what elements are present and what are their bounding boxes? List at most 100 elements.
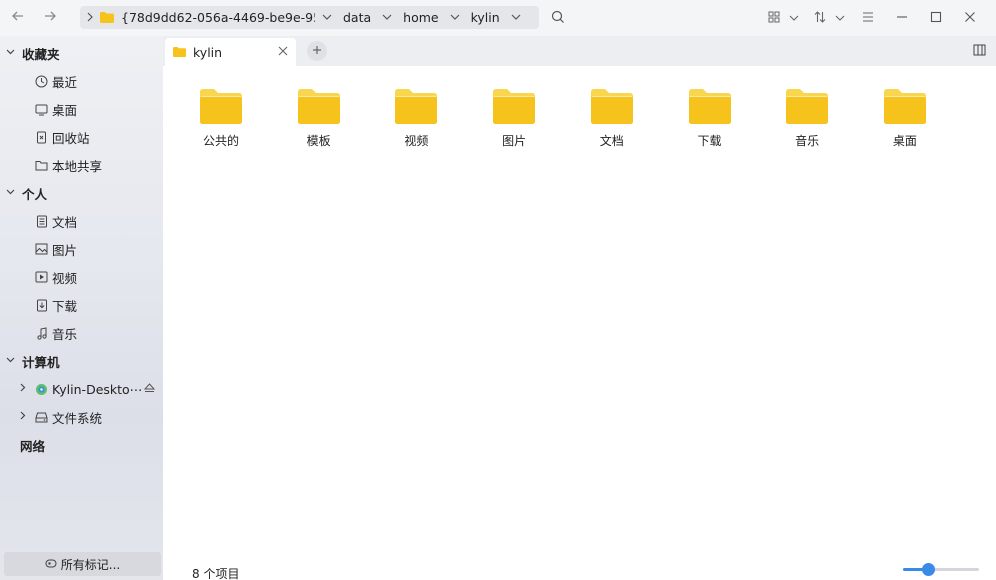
sidebar-group-label: 收藏夹 bbox=[22, 46, 60, 62]
new-tab-button[interactable] bbox=[307, 41, 327, 61]
file-name: 音乐 bbox=[795, 134, 820, 148]
sidebar-item-label: 桌面 bbox=[52, 102, 78, 118]
drive-icon bbox=[34, 410, 49, 425]
search-button[interactable] bbox=[548, 8, 568, 28]
sidebar: 收藏夹 最近 桌面 回收站 本地共享 个人 文档 图片 视频 下载 音乐 计算机… bbox=[0, 36, 163, 580]
sidebar-item-label: 文件系统 bbox=[52, 410, 103, 426]
split-view-icon bbox=[973, 44, 986, 59]
sidebar-group-personal[interactable]: 个人 bbox=[0, 179, 163, 207]
file-item[interactable]: 公共的 bbox=[181, 86, 261, 156]
address-bar[interactable]: {78d9dd62-056a-4469-be9e-953⋯ data home … bbox=[80, 6, 539, 29]
zoom-slider[interactable] bbox=[903, 563, 979, 576]
file-item[interactable]: 音乐 bbox=[767, 86, 847, 156]
sidebar-item-downloads[interactable]: 下载 bbox=[0, 291, 163, 319]
toolbar: {78d9dd62-056a-4469-be9e-953⋯ data home … bbox=[0, 0, 996, 36]
file-view[interactable]: 公共的 模板 视频 图片 文档 下载 音乐 桌面 bbox=[163, 66, 996, 550]
sidebar-item-label: Kylin-Deskto⋯ bbox=[52, 381, 143, 397]
chevron-down-icon[interactable] bbox=[504, 14, 528, 21]
minimize-button[interactable] bbox=[890, 6, 914, 30]
sidebar-group-network[interactable]: 网络 bbox=[0, 431, 163, 459]
search-icon bbox=[551, 10, 565, 27]
sidebar-group-computer[interactable]: 计算机 bbox=[0, 347, 163, 375]
sidebar-group-label: 个人 bbox=[22, 186, 48, 202]
file-name: 公共的 bbox=[202, 134, 239, 148]
chevron-right-icon[interactable] bbox=[80, 12, 100, 23]
file-name: 视频 bbox=[404, 134, 429, 148]
menu-button[interactable] bbox=[856, 6, 880, 30]
chevron-right-icon[interactable] bbox=[20, 383, 32, 395]
folder-icon bbox=[493, 89, 536, 124]
breadcrumb-home[interactable]: home bbox=[399, 10, 442, 25]
eject-icon[interactable] bbox=[143, 382, 156, 396]
sort-icon bbox=[814, 10, 826, 26]
breadcrumb-root[interactable]: {78d9dd62-056a-4469-be9e-953⋯ bbox=[117, 10, 315, 25]
view-mode-dropdown[interactable] bbox=[786, 6, 802, 30]
sidebar-item-trash[interactable]: 回收站 bbox=[0, 123, 163, 151]
tab-kylin[interactable]: kylin bbox=[165, 38, 296, 66]
disc-icon bbox=[34, 382, 49, 397]
main-panel: kylin 公共的 模板 视频 图片 文档 下载 音乐 桌面 8 个项目 bbox=[163, 36, 996, 580]
breadcrumb-kylin[interactable]: kylin bbox=[467, 10, 504, 25]
sidebar-group-favorites[interactable]: 收藏夹 bbox=[0, 39, 163, 67]
sidebar-item-kylin-desktop[interactable]: Kylin-Deskto⋯ bbox=[0, 375, 163, 403]
folder-icon bbox=[395, 89, 438, 124]
all-tags-button[interactable]: 所有标记... bbox=[4, 552, 161, 576]
breadcrumb-data[interactable]: data bbox=[339, 10, 375, 25]
chevron-down-icon[interactable] bbox=[315, 14, 339, 21]
arrow-left-icon bbox=[11, 9, 25, 27]
sidebar-item-file-system[interactable]: 文件系统 bbox=[0, 403, 163, 431]
view-mode-button[interactable] bbox=[762, 6, 786, 30]
sidebar-item-label: 视频 bbox=[52, 270, 78, 286]
sidebar-item-label: 音乐 bbox=[52, 326, 78, 342]
file-name: 下载 bbox=[697, 134, 722, 148]
folder-icon bbox=[34, 158, 49, 173]
sidebar-item-local-share[interactable]: 本地共享 bbox=[0, 151, 163, 179]
sort-dropdown[interactable] bbox=[832, 6, 848, 30]
zoom-slider-thumb[interactable] bbox=[921, 563, 935, 576]
sidebar-item-documents[interactable]: 文档 bbox=[0, 207, 163, 235]
sidebar-group-label: 网络 bbox=[20, 438, 46, 454]
sidebar-item-recent[interactable]: 最近 bbox=[0, 67, 163, 95]
chevron-down-icon[interactable] bbox=[375, 14, 399, 21]
folder-icon bbox=[200, 89, 242, 124]
minimize-icon bbox=[896, 11, 908, 26]
sidebar-item-music[interactable]: 音乐 bbox=[0, 319, 163, 347]
plus-icon bbox=[312, 43, 322, 59]
chevron-down-icon[interactable] bbox=[6, 48, 18, 58]
sidebar-item-label: 最近 bbox=[52, 74, 78, 90]
chevron-down-icon[interactable] bbox=[443, 14, 467, 21]
file-item[interactable]: 桌面 bbox=[865, 86, 945, 156]
close-button[interactable] bbox=[958, 6, 982, 30]
chevron-down-icon[interactable] bbox=[6, 356, 18, 366]
folder-icon bbox=[688, 89, 731, 124]
chevron-down-icon[interactable] bbox=[6, 188, 18, 198]
back-button[interactable] bbox=[2, 0, 34, 36]
file-item[interactable]: 文档 bbox=[572, 86, 652, 156]
sidebar-item-videos[interactable]: 视频 bbox=[0, 263, 163, 291]
maximize-icon bbox=[930, 11, 942, 26]
chevron-right-icon[interactable] bbox=[20, 411, 32, 423]
folder-icon bbox=[297, 89, 340, 124]
image-icon bbox=[34, 242, 49, 257]
hamburger-menu-icon bbox=[862, 11, 874, 25]
download-icon bbox=[34, 298, 49, 313]
sidebar-item-label: 回收站 bbox=[52, 130, 90, 146]
sort-button[interactable] bbox=[808, 6, 832, 30]
sidebar-item-pictures[interactable]: 图片 bbox=[0, 235, 163, 263]
file-item[interactable]: 视频 bbox=[376, 86, 456, 156]
tab-bar: kylin bbox=[163, 36, 996, 66]
preview-panel-button[interactable] bbox=[973, 44, 986, 59]
grid-icon bbox=[768, 11, 780, 26]
close-icon[interactable] bbox=[278, 45, 288, 59]
music-icon bbox=[34, 326, 49, 341]
sidebar-item-desktop[interactable]: 桌面 bbox=[0, 95, 163, 123]
forward-button[interactable] bbox=[34, 0, 66, 36]
maximize-button[interactable] bbox=[924, 6, 948, 30]
close-icon bbox=[964, 11, 976, 26]
all-tags-label: 所有标记... bbox=[60, 557, 121, 572]
file-item[interactable]: 图片 bbox=[474, 86, 554, 156]
file-item[interactable]: 模板 bbox=[279, 86, 359, 156]
tab-label: kylin bbox=[193, 44, 223, 60]
file-item[interactable]: 下载 bbox=[670, 86, 750, 156]
status-bar: 8 个项目 bbox=[163, 558, 996, 580]
